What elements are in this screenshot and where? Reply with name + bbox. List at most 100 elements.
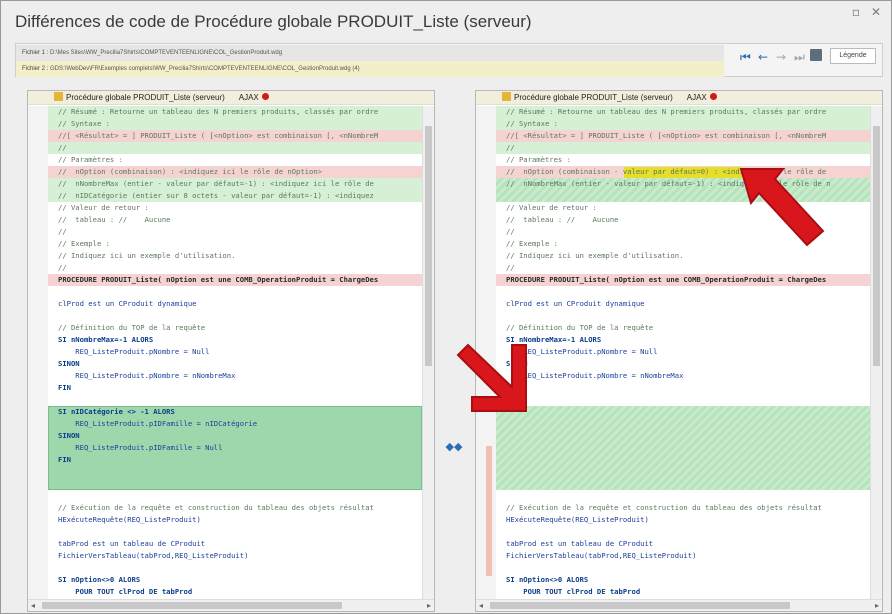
- previous-diff-icon[interactable]: ←: [758, 50, 768, 64]
- left-header-label: Procédure globale PRODUIT_Liste (serveur…: [66, 93, 225, 102]
- scroll-left-icon[interactable]: ◂: [479, 600, 483, 611]
- next-diff-icon[interactable]: →: [776, 50, 786, 64]
- right-header-label: Procédure globale PRODUIT_Liste (serveur…: [514, 93, 673, 102]
- code-line: // Paramètres :: [506, 155, 571, 164]
- code-line: SI nNombreMax=-1 ALORS: [58, 335, 154, 344]
- code-line: FIN: [58, 455, 71, 464]
- left-horizontal-scrollbar[interactable]: ◂ ▸: [28, 599, 434, 611]
- code-line: FIN: [506, 383, 519, 392]
- code-line: //[ <Résultat> = ] PRODUIT_Liste ( [<nOp…: [58, 131, 379, 140]
- code-line: // nNombreMax (entier - valeur par défau…: [506, 179, 831, 188]
- code-line: REQ_ListeProduit.pIDFamille = Null: [58, 443, 223, 452]
- code-line: REQ_ListeProduit.pNombre = Null: [506, 347, 658, 356]
- code-line: clProd est un CProduit dynamique: [506, 299, 645, 308]
- code-line: HExécuteRequête(REQ_ListeProduit): [58, 515, 201, 524]
- scroll-right-icon[interactable]: ▸: [875, 600, 879, 611]
- code-line: // Valeur de retour :: [58, 203, 149, 212]
- merge-arrows-icon[interactable]: ◆◆: [439, 441, 469, 453]
- code-line: // nNombreMax (entier - valeur par défau…: [58, 179, 374, 188]
- code-line: // Valeur de retour :: [506, 203, 597, 212]
- file2-path: GDS:\WebDev\FR\Exemples complets\WW_Prec…: [50, 66, 360, 72]
- code-line: PROCEDURE PRODUIT_Liste( nOption est une…: [58, 275, 379, 284]
- code-line: SINON: [58, 431, 80, 440]
- scroll-thumb[interactable]: [873, 126, 880, 366]
- legend-button[interactable]: Légende: [830, 48, 876, 64]
- code-line: // Définition du TOP de la requête: [58, 323, 206, 332]
- right-code-pane[interactable]: Procédure globale PRODUIT_Liste (serveur…: [475, 90, 883, 612]
- diff-marker: [486, 446, 492, 576]
- code-line: SI nOption<>0 ALORS: [506, 575, 589, 584]
- left-pane-header: Procédure globale PRODUIT_Liste (serveur…: [28, 91, 434, 105]
- code-line: // Définition du TOP de la requête: [506, 323, 654, 332]
- code-line: FIN: [58, 383, 71, 392]
- print-icon[interactable]: [810, 49, 822, 61]
- code-line: // tableau : // Aucune: [58, 215, 171, 224]
- left-gutter: [28, 106, 48, 599]
- code-line: REQ_ListeProduit.pNombre = nNombreMax: [58, 371, 236, 380]
- code-line: //: [506, 227, 515, 236]
- code-line: // nOption (combinaison) : <indiquez ici…: [58, 167, 322, 176]
- last-diff-icon[interactable]: ⏭: [794, 50, 805, 64]
- left-code-pane[interactable]: Procédure globale PRODUIT_Liste (serveur…: [27, 90, 435, 612]
- code-line: //: [58, 143, 67, 152]
- code-line: tabProd est un tableau de CProduit: [58, 539, 206, 548]
- code-line: // Syntaxe :: [506, 119, 558, 128]
- code-line: PROCEDURE PRODUIT_Liste( nOption est une…: [506, 275, 827, 284]
- close-button[interactable]: ✕: [869, 5, 883, 19]
- diff-window: Différences de code de Procédure globale…: [0, 0, 892, 614]
- scroll-thumb[interactable]: [42, 602, 342, 609]
- left-vertical-scrollbar[interactable]: [422, 106, 434, 599]
- right-pane-header: Procédure globale PRODUIT_Liste (serveur…: [476, 91, 882, 105]
- code-line: // tableau : // Aucune: [506, 215, 619, 224]
- code-line: clProd est un CProduit dynamique: [58, 299, 197, 308]
- first-diff-icon[interactable]: ⏮: [740, 50, 751, 64]
- minimize-button[interactable]: ▫: [849, 5, 863, 19]
- code-line: // Indiquez ici un exemple d'utilisation…: [506, 251, 684, 260]
- left-code[interactable]: // Résumé : Retourne un tableau des N pr…: [48, 106, 422, 599]
- procedure-icon: [502, 92, 511, 101]
- right-code[interactable]: // Résumé : Retourne un tableau des N pr…: [496, 106, 870, 599]
- procedure-icon: [54, 92, 63, 101]
- code-line: REQ_ListeProduit.pIDFamille = nIDCatégor…: [58, 419, 258, 428]
- code-line: //: [58, 227, 67, 236]
- code-line: REQ_ListeProduit.pNombre = Null: [58, 347, 210, 356]
- right-horizontal-scrollbar[interactable]: ◂ ▸: [476, 599, 882, 611]
- code-line: SI nNombreMax=-1 ALORS: [506, 335, 602, 344]
- code-line: SINON: [506, 359, 528, 368]
- file1-path: D:\Mes Sites\WW_Precilia7Shirts\COMPTEVE…: [50, 50, 283, 56]
- code-line: //[ <Résultat> = ] PRODUIT_Liste ( [<nOp…: [506, 131, 827, 140]
- code-line: // Exécution de la requête et constructi…: [506, 503, 822, 512]
- code-line: //: [506, 263, 515, 272]
- scroll-thumb[interactable]: [425, 126, 432, 366]
- right-vertical-scrollbar[interactable]: [870, 106, 882, 599]
- code-line: // Exécution de la requête et constructi…: [58, 503, 374, 512]
- scroll-left-icon[interactable]: ◂: [31, 600, 35, 611]
- file1-label: Fichier 1 :: [22, 50, 49, 56]
- code-line: FichierVersTableau(tabProd,REQ_ListeProd…: [506, 551, 697, 560]
- code-line: REQ_ListeProduit.pNombre = nNombreMax: [506, 371, 684, 380]
- code-line: // Résumé : Retourne un tableau des N pr…: [58, 107, 379, 116]
- scroll-thumb[interactable]: [490, 602, 790, 609]
- right-gutter: [476, 106, 496, 599]
- code-line: // Résumé : Retourne un tableau des N pr…: [506, 107, 827, 116]
- scroll-right-icon[interactable]: ▸: [427, 600, 431, 611]
- code-line: // Exemple :: [58, 239, 110, 248]
- file1-row: Fichier 1 : D:\Mes Sites\WW_Precilia7Shi…: [16, 45, 724, 61]
